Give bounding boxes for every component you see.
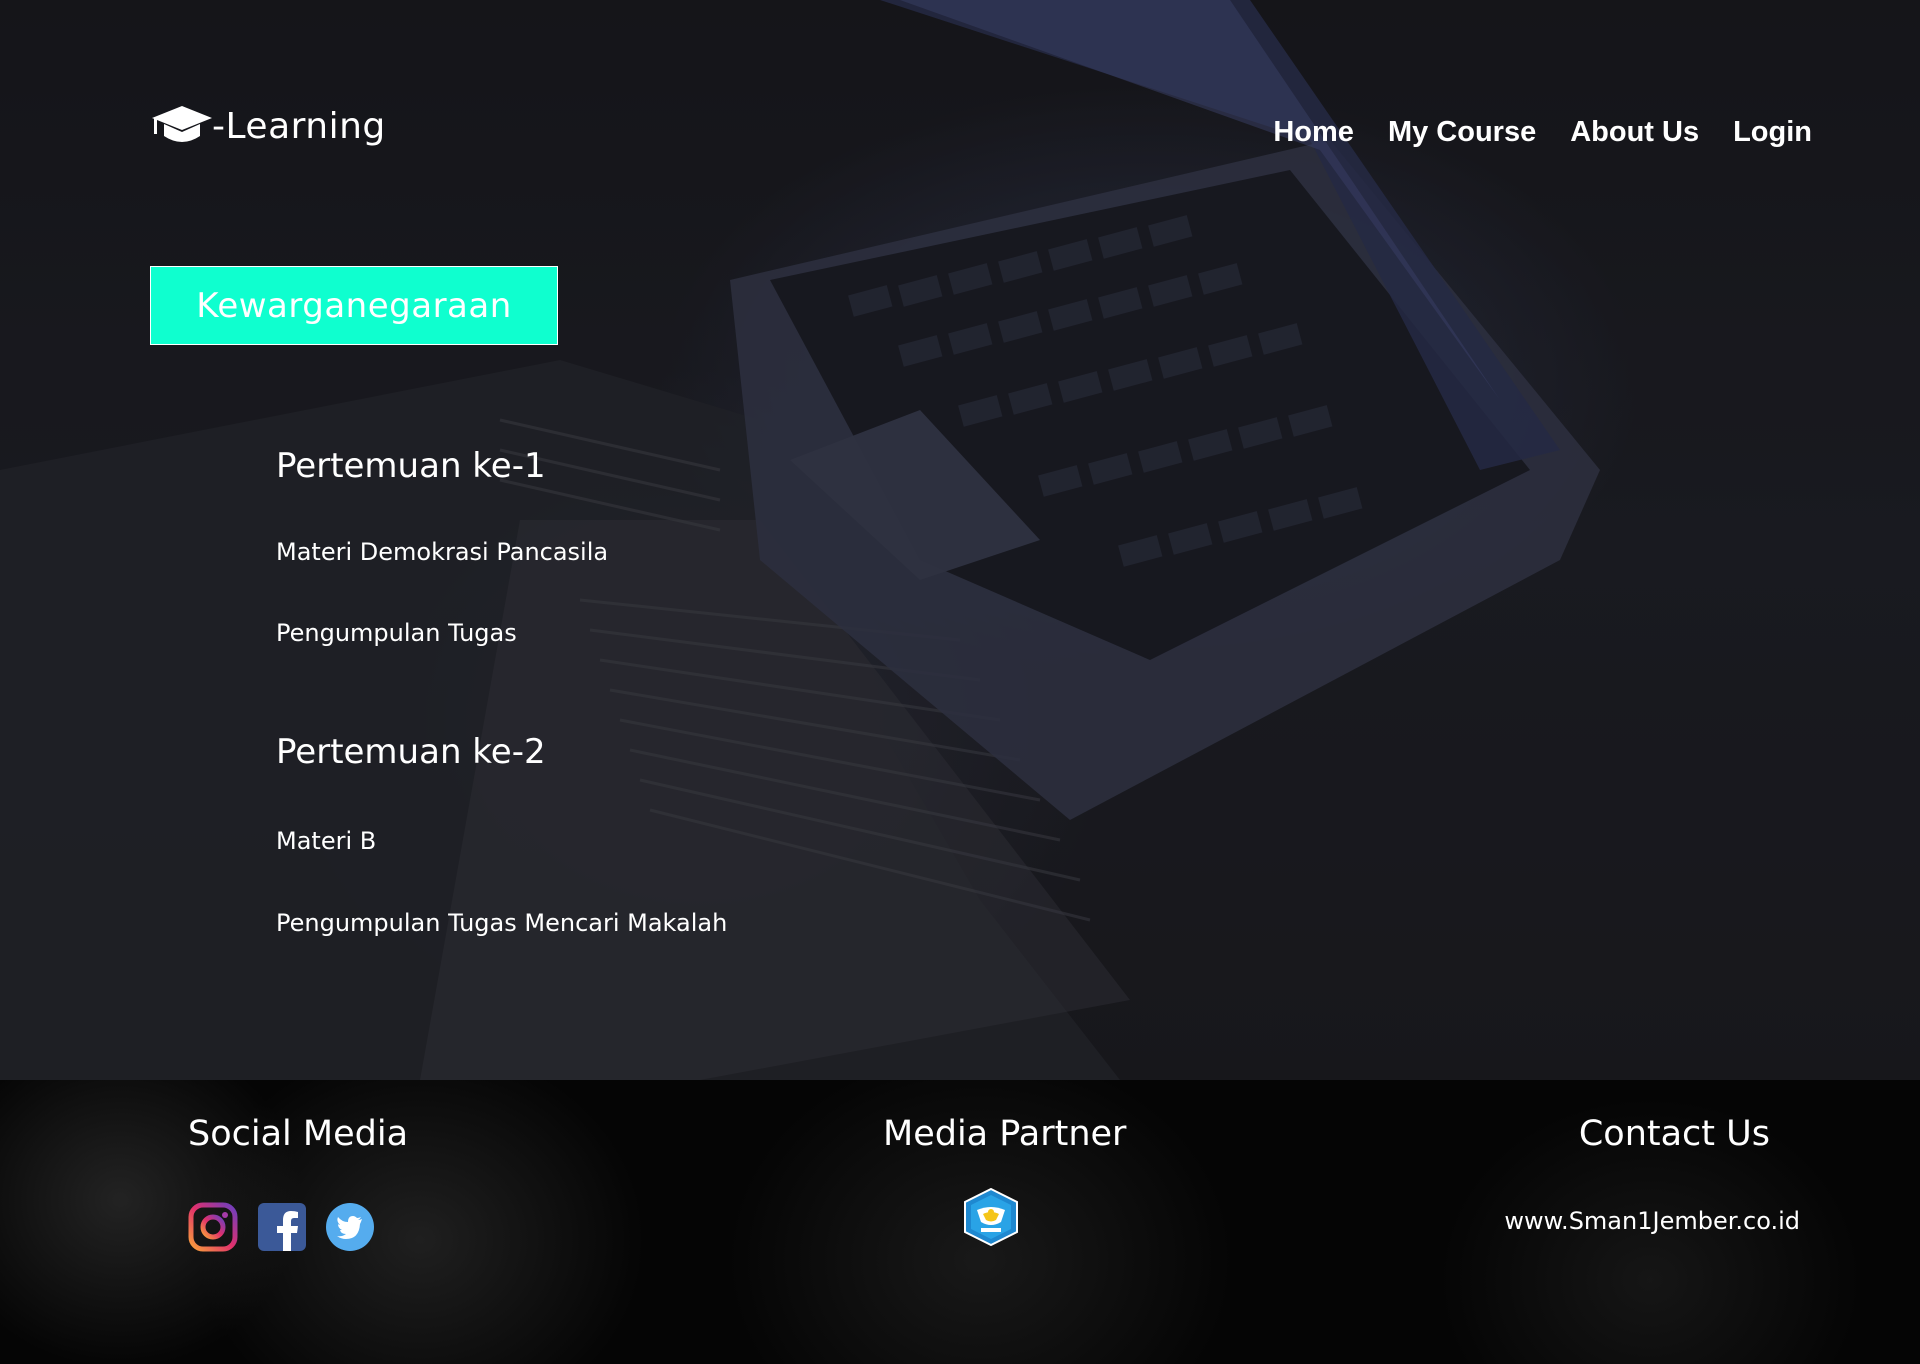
site-footer: Social Media Media Partner Contact Us ww… <box>0 1080 1920 1364</box>
social-media-heading: Social Media <box>188 1114 409 1154</box>
nav-login[interactable]: Login <box>1733 116 1812 149</box>
meeting-title-2: Pertemuan ke-2 <box>276 732 546 772</box>
hero-section: -Learning Home My Course About Us Login … <box>0 0 1920 1080</box>
main-nav: Home My Course About Us Login <box>1273 116 1812 149</box>
twitter-icon[interactable] <box>326 1203 374 1251</box>
nav-home[interactable]: Home <box>1273 116 1354 149</box>
media-partner-heading: Media Partner <box>883 1114 1127 1154</box>
brand-logo[interactable]: -Learning <box>150 104 386 148</box>
graduation-cap-icon <box>152 106 212 142</box>
meeting-1-assignment-link[interactable]: Pengumpulan Tugas <box>276 619 517 647</box>
brand-name: -Learning <box>212 105 386 147</box>
meeting-1-material-link[interactable]: Materi Demokrasi Pancasila <box>276 538 608 566</box>
nav-about-us[interactable]: About Us <box>1570 116 1699 149</box>
contact-website-link[interactable]: www.Sman1Jember.co.id <box>1504 1207 1800 1235</box>
instagram-icon[interactable] <box>188 1202 238 1252</box>
facebook-icon[interactable] <box>258 1203 306 1251</box>
meeting-2-assignment-link[interactable]: Pengumpulan Tugas Mencari Makalah <box>276 909 727 937</box>
meeting-2-material-link[interactable]: Materi B <box>276 827 376 855</box>
contact-us-heading: Contact Us <box>1578 1114 1770 1154</box>
tut-wuri-handayani-logo <box>964 1188 1018 1246</box>
meeting-title-1: Pertemuan ke-1 <box>276 446 546 486</box>
nav-my-course[interactable]: My Course <box>1388 116 1536 149</box>
course-title-badge: Kewarganegaraan <box>150 266 558 345</box>
social-icons <box>188 1202 374 1252</box>
